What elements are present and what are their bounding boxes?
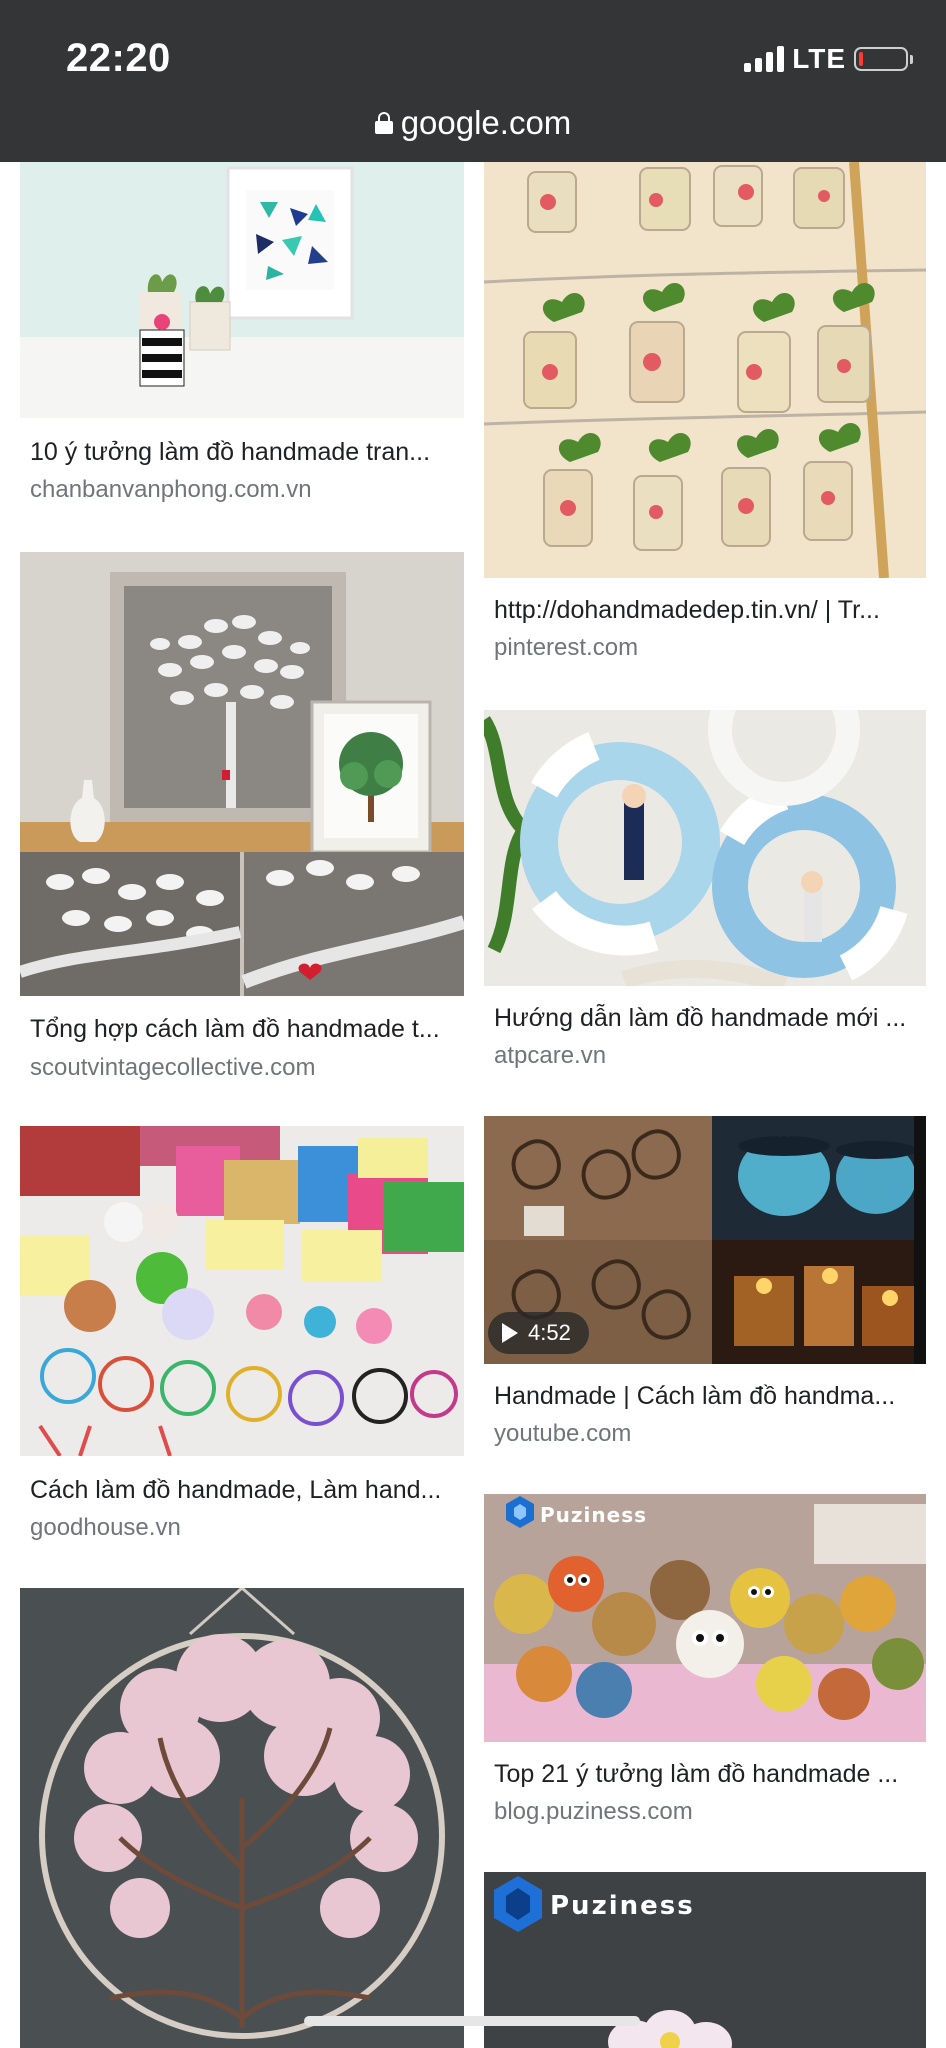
result-source: pinterest.com bbox=[494, 634, 639, 661]
result-title[interactable]: Hướng dẫn làm đồ handmade mới ... bbox=[494, 1004, 918, 1033]
watermark-text: Puziness bbox=[550, 1891, 695, 1921]
image-thumbnail[interactable] bbox=[484, 162, 926, 578]
result-title[interactable]: Top 21 ý tưởng làm đồ handmade ... bbox=[494, 1760, 918, 1789]
image-result[interactable]: 10 ý tưởng làm đồ handmade tran... chanb… bbox=[20, 162, 464, 532]
video-duration-badge: 4:52 bbox=[488, 1312, 589, 1354]
status-indicators: LTE bbox=[744, 40, 913, 78]
result-title[interactable]: Tổng hợp cách làm đồ handmade t... bbox=[30, 1015, 456, 1044]
result-title[interactable]: Handmade | Cách làm đồ handma... bbox=[494, 1382, 918, 1411]
result-source: scoutvintagecollective.com bbox=[30, 1054, 316, 1081]
video-result[interactable]: 4:52 Handmade | Cách làm đồ handma... yo… bbox=[484, 1116, 926, 1468]
image-thumbnail[interactable] bbox=[20, 552, 464, 996]
image-result[interactable]: Tổng hợp cách làm đồ handmade t... scout… bbox=[20, 552, 464, 1106]
result-title[interactable]: Cách làm đồ handmade, Làm hand... bbox=[30, 1476, 456, 1505]
result-source: youtube.com bbox=[494, 1420, 632, 1447]
image-thumbnail[interactable] bbox=[20, 162, 464, 418]
status-time: 22:20 bbox=[66, 36, 171, 80]
image-thumbnail[interactable]: Puziness bbox=[484, 1494, 926, 1742]
network-type: LTE bbox=[792, 43, 846, 74]
result-source: chanbanvanphong.com.vn bbox=[30, 476, 312, 503]
result-title[interactable]: http://dohandmadedep.tin.vn/ | Tr... bbox=[494, 596, 918, 625]
image-result[interactable]: Cách làm đồ handmade, Làm hand... goodho… bbox=[20, 1126, 464, 1660]
result-source: atpcare.vn bbox=[494, 1042, 607, 1069]
image-result[interactable]: http://dohandmadedep.tin.vn/ | Tr... pin… bbox=[484, 162, 926, 692]
url-text[interactable]: google.com bbox=[401, 104, 572, 142]
image-result[interactable] bbox=[20, 1588, 464, 2048]
watermark-text: Puziness bbox=[540, 1503, 647, 1527]
browser-top-bar: 22:20 LTE google.com bbox=[0, 0, 946, 162]
image-result[interactable]: Hướng dẫn làm đồ handmade mới ... atpcar… bbox=[484, 710, 926, 1090]
lock-icon bbox=[374, 112, 393, 134]
video-thumbnail[interactable]: 4:52 bbox=[484, 1116, 926, 1364]
home-indicator[interactable] bbox=[304, 2016, 640, 2026]
play-icon bbox=[502, 1323, 518, 1343]
signal-icon bbox=[744, 46, 785, 72]
image-thumbnail[interactable] bbox=[484, 710, 926, 986]
image-thumbnail[interactable] bbox=[20, 1126, 464, 1456]
video-duration: 4:52 bbox=[528, 1320, 571, 1345]
result-title[interactable]: 10 ý tưởng làm đồ handmade tran... bbox=[30, 438, 456, 467]
result-source: blog.puziness.com bbox=[494, 1798, 693, 1825]
battery-icon bbox=[854, 47, 913, 71]
image-thumbnail[interactable] bbox=[20, 1588, 464, 2048]
image-result[interactable]: Puziness Top 21 ý tưởng làm đồ handmade … bbox=[484, 1494, 926, 1852]
result-source: goodhouse.vn bbox=[30, 1514, 181, 1541]
address-bar[interactable]: google.com bbox=[0, 104, 946, 142]
